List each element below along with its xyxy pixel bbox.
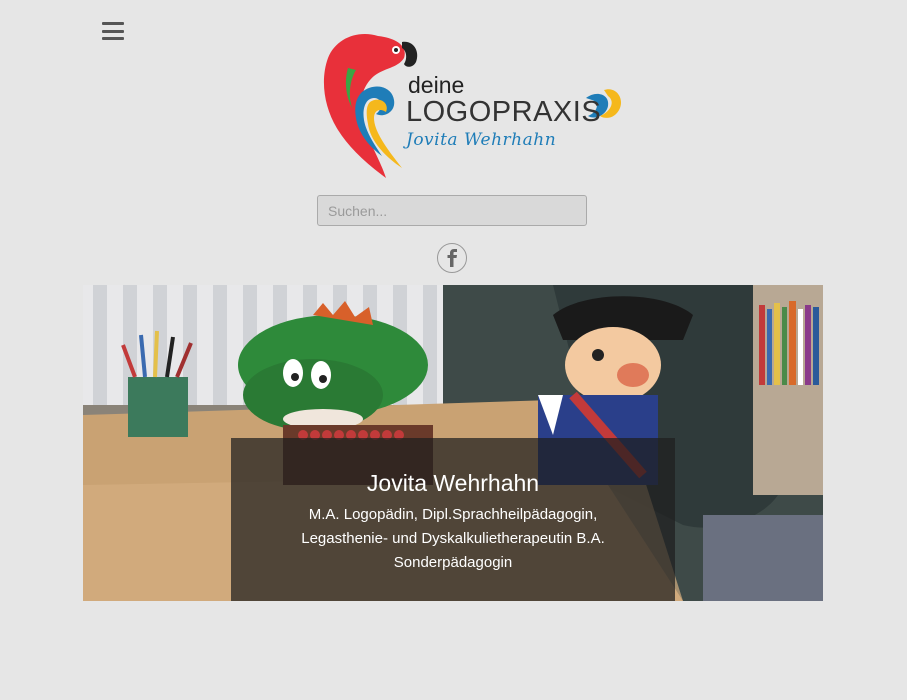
hero-subtitle-line: M.A. Logopädin, Dipl.Sprachheilpädagogin…: [308, 506, 598, 523]
hero-title: Jovita Wehrhahn: [366, 470, 540, 496]
hero-caption: Jovita Wehrhahn M.A. Logopädin, Dipl.Spr…: [231, 438, 675, 601]
logo-text-logopraxis: LOGOPRAXIS: [406, 96, 602, 128]
facebook-icon: [447, 249, 457, 267]
site-logo[interactable]: deine LOGOPRAXIS Jovita Wehrhahn: [318, 28, 628, 180]
logo-text-name: Jovita Wehrhahn: [406, 130, 557, 150]
hamburger-line: [102, 37, 124, 40]
logo-text-deine: deine: [408, 72, 465, 98]
hamburger-menu-button[interactable]: [102, 21, 124, 41]
hero-banner: Jovita Wehrhahn M.A. Logopädin, Dipl.Spr…: [83, 285, 823, 601]
hamburger-menu-icon: [102, 22, 124, 25]
facebook-button[interactable]: [437, 243, 467, 273]
hero-subtitle-line: Sonderpädagogin: [393, 554, 513, 571]
hero-subtitle-line: Legasthenie- und Dyskalkulietherapeutin …: [301, 530, 605, 547]
hamburger-line: [102, 29, 124, 33]
search-input[interactable]: [317, 195, 587, 226]
